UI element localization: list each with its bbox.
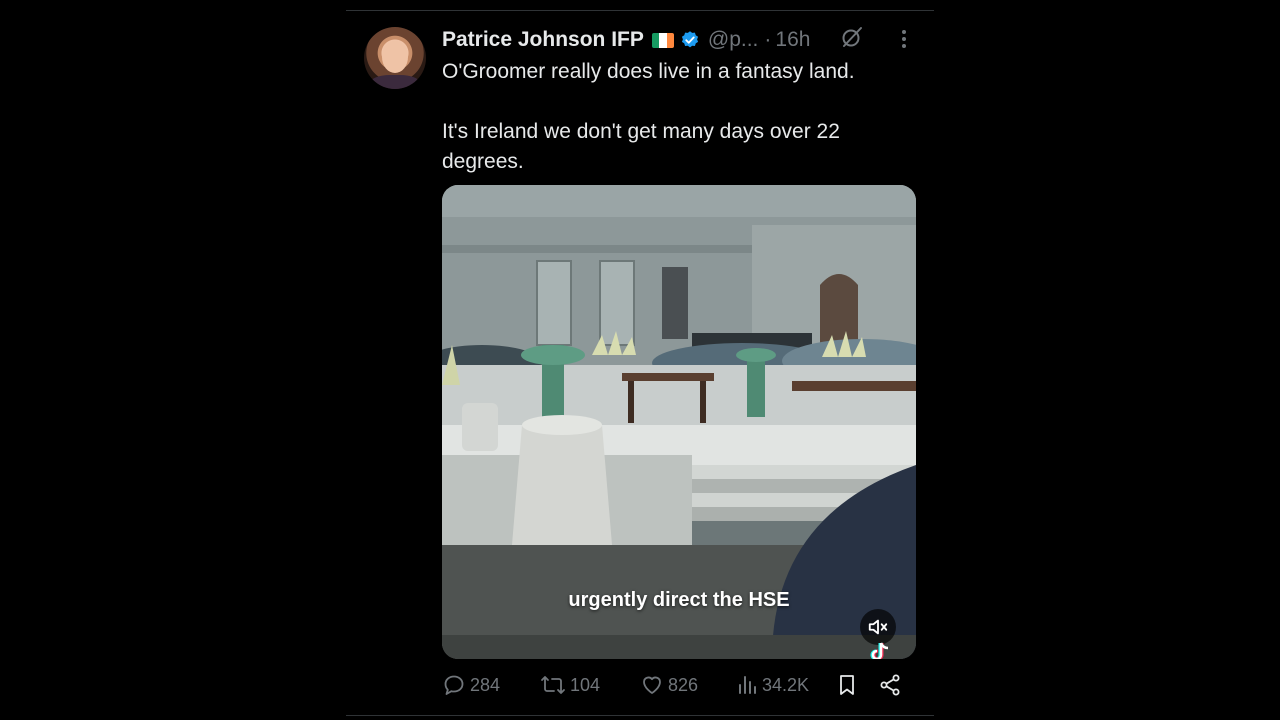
views-button[interactable]: 34.2K xyxy=(736,673,809,697)
bookmark-button[interactable] xyxy=(836,673,862,697)
tweet-paragraph: It's Ireland we don't get many days over… xyxy=(442,120,840,173)
video-player[interactable]: urgently direct the HSE xyxy=(442,185,916,659)
author-name[interactable]: Patrice Johnson IFP xyxy=(442,28,644,52)
avatar-shirt xyxy=(370,75,420,89)
avatar[interactable] xyxy=(364,27,426,89)
repost-icon xyxy=(541,676,565,694)
tweet-text: O'Groomer really does live in a fantasy … xyxy=(442,57,922,177)
views-icon xyxy=(739,676,756,694)
video-caption: urgently direct the HSE xyxy=(568,589,790,611)
more-options-icon[interactable] xyxy=(894,27,914,51)
repost-count: 104 xyxy=(570,674,601,695)
like-button[interactable]: 826 xyxy=(640,673,698,697)
author-handle[interactable]: @p... xyxy=(708,28,759,52)
volume-muted-icon xyxy=(868,619,888,635)
video-frame xyxy=(442,185,916,659)
heart-icon xyxy=(643,676,661,694)
tiktok-icon xyxy=(870,642,889,659)
share-button[interactable] xyxy=(878,673,906,697)
like-count: 826 xyxy=(668,674,699,695)
ireland-flag-icon xyxy=(651,32,674,48)
tweet-timestamp[interactable]: 16h xyxy=(775,28,810,52)
reply-button[interactable]: 284 xyxy=(442,673,500,697)
tweet-header: Patrice Johnson IFP @p... · 16h xyxy=(442,25,810,55)
bookmark-icon xyxy=(840,675,854,695)
tweet[interactable]: Patrice Johnson IFP @p... · 16h O'Groome… xyxy=(346,10,934,716)
avatar-face xyxy=(382,41,408,73)
mute-button[interactable] xyxy=(860,609,896,645)
reply-icon xyxy=(444,675,464,695)
repost-button[interactable]: 104 xyxy=(540,673,600,697)
verified-badge-icon[interactable] xyxy=(680,30,700,50)
tweet-actions: 284 104 826 34.2K xyxy=(442,673,922,701)
view-count: 34.2K xyxy=(762,674,810,695)
tweet-paragraph: O'Groomer really does live in a fantasy … xyxy=(442,60,855,83)
grok-icon[interactable] xyxy=(840,25,864,49)
share-icon xyxy=(880,674,900,696)
reply-count: 284 xyxy=(470,674,501,695)
separator-dot: · xyxy=(764,28,772,51)
